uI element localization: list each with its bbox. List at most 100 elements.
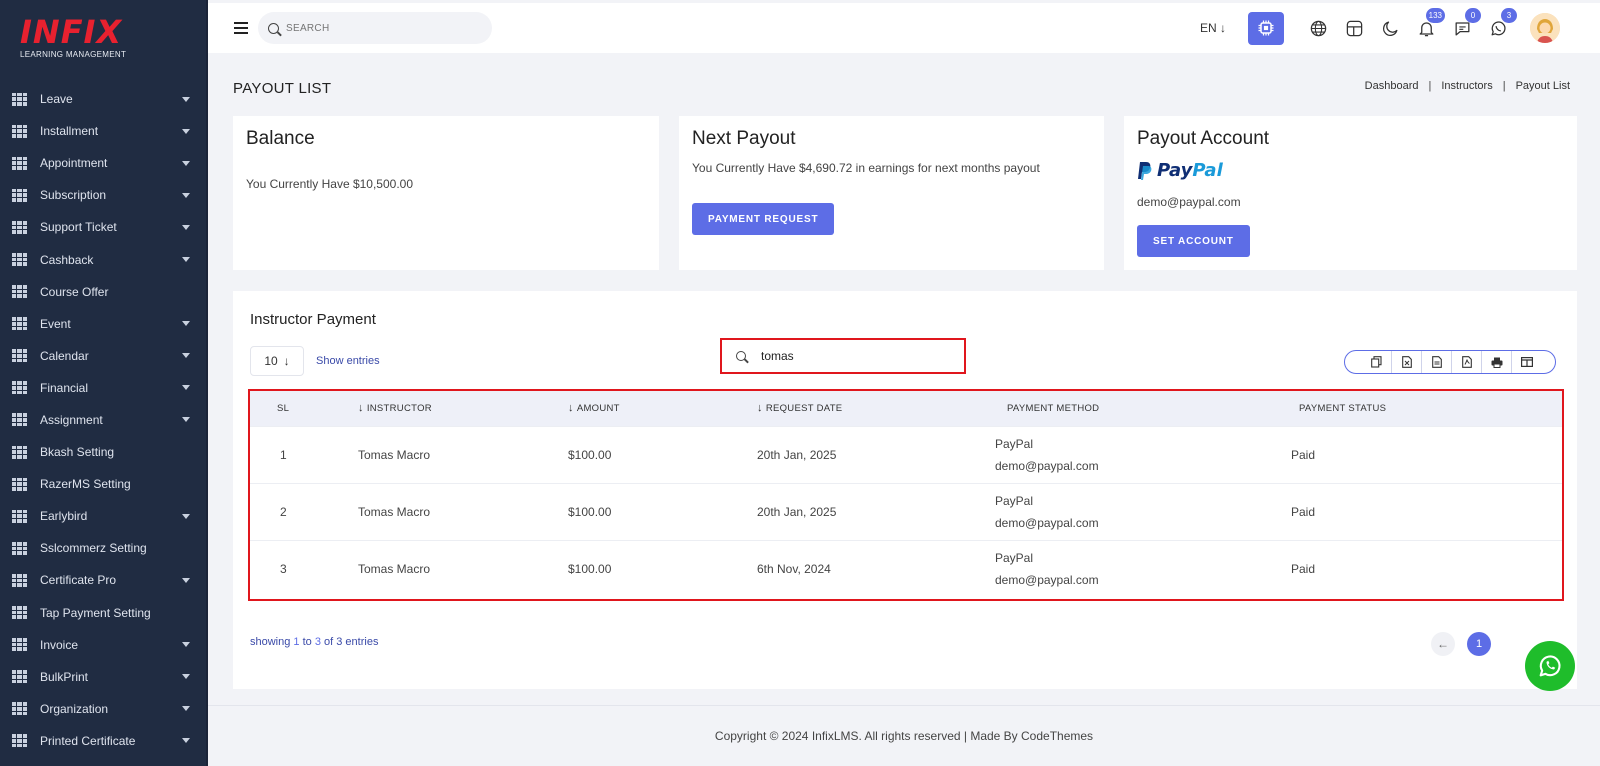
sidebar-item-calendar[interactable]: Calendar — [0, 340, 206, 372]
search-icon — [736, 351, 746, 361]
print-button[interactable] — [1481, 351, 1511, 373]
sidebar-item-tap-payment-setting[interactable]: Tap Payment Setting — [0, 597, 206, 629]
pdf-button[interactable] — [1451, 351, 1481, 373]
grid-icon — [12, 477, 27, 491]
sidebar-item-label: Appointment — [40, 156, 108, 171]
moon-icon[interactable] — [1380, 18, 1400, 38]
sidebar-item-certificate-pro[interactable]: Certificate Pro — [0, 564, 206, 596]
entries-control: 10 ↓ Show entries — [250, 346, 380, 376]
printer-icon — [1491, 357, 1502, 368]
sidebar-item-label: Support Ticket — [40, 220, 117, 235]
entries-select[interactable]: 10 ↓ — [250, 346, 304, 376]
sidebar-item-invoice[interactable]: Invoice — [0, 629, 206, 661]
column-header-payment-status[interactable]: PAYMENT STATUS — [1291, 391, 1562, 426]
footer-copyright: Copyright © 2024 InfixLMS. All rights re… — [714, 729, 1094, 743]
table-search-input[interactable] — [761, 349, 941, 363]
global-search-input[interactable] — [286, 22, 418, 34]
excel-button[interactable] — [1391, 351, 1421, 373]
cell-request-date: 20th Jan, 2025 — [757, 482, 995, 540]
csv-button[interactable] — [1421, 351, 1451, 373]
column-header-instructor[interactable]: ↓ INSTRUCTOR — [358, 391, 568, 426]
message-icon[interactable]: 0 — [1452, 8, 1481, 38]
menu-toggle-icon[interactable] — [234, 22, 248, 34]
next-payout-card: Next Payout You Currently Have $4,690.72… — [679, 116, 1104, 270]
sidebar-item-bkash-setting[interactable]: Bkash Setting — [0, 436, 206, 468]
sidebar-item-label: Installment — [40, 124, 99, 139]
topbar-actions: EN ↓ 133 0 3 — [1200, 8, 1600, 45]
sidebar-item-course-offer[interactable]: Course Offer — [0, 276, 206, 308]
sidebar-item-razerms-setting[interactable]: RazerMS Setting — [0, 468, 206, 500]
language-selector[interactable]: EN ↓ — [1200, 21, 1226, 35]
caret-down-icon — [182, 257, 190, 263]
sidebar-item-organization[interactable]: Organization — [0, 693, 206, 725]
set-account-button[interactable]: SET ACCOUNT — [1137, 225, 1250, 257]
sidebar-item-label: Subscription — [40, 188, 107, 203]
table-row: 1 Tomas Macro $100.00 20th Jan, 2025 PayPal d… — [250, 425, 1562, 483]
sidebar-item-cashback[interactable]: Cashback — [0, 243, 206, 275]
grid-icon — [12, 509, 27, 523]
cell-instructor: Tomas Macro — [358, 482, 568, 540]
brand-logo[interactable]: INFIX LEARNING MANAGEMENT — [0, 0, 206, 68]
column-header-payment-method[interactable]: PAYMENT METHOD — [995, 391, 1291, 426]
layout-icon[interactable] — [1344, 18, 1364, 38]
user-avatar[interactable] — [1530, 13, 1560, 43]
payout-account-card: Payout Account Pay Pal demo@paypal.com SE… — [1124, 116, 1577, 270]
grid-icon — [12, 349, 27, 363]
sidebar-item-printed-certificate[interactable]: Printed Certificate — [0, 725, 206, 757]
previous-page-button[interactable]: ← — [1431, 632, 1455, 656]
grid-icon — [12, 606, 27, 620]
entries-value: 10 — [264, 354, 278, 368]
sidebar-menu: Leave Installment Appointment Subscription S… — [0, 83, 206, 757]
sidebar-item-label: Calendar — [40, 348, 89, 363]
grid-icon — [12, 702, 27, 716]
page-button-current[interactable]: 1 — [1467, 632, 1491, 656]
cell-sl: 3 — [250, 539, 358, 597]
sidebar-item-bulkprint[interactable]: BulkPrint — [0, 661, 206, 693]
sidebar-item-sslcommerz-setting[interactable]: Sslcommerz Setting — [0, 532, 206, 564]
sidebar-item-earlybird[interactable]: Earlybird — [0, 500, 206, 532]
copy-icon — [1370, 356, 1382, 368]
sidebar-item-leave[interactable]: Leave — [0, 83, 206, 115]
sidebar-item-support-ticket[interactable]: Support Ticket — [0, 211, 206, 243]
column-header-sl[interactable]: SL — [250, 391, 358, 426]
caret-down-icon — [182, 642, 190, 648]
column-header-amount[interactable]: ↓ AMOUNT — [568, 391, 757, 426]
sidebar-item-appointment[interactable]: Appointment — [0, 147, 206, 179]
sidebar-item-subscription[interactable]: Subscription — [0, 179, 206, 211]
whatsapp-icon — [1539, 655, 1561, 677]
sidebar-item-assignment[interactable]: Assignment — [0, 404, 206, 436]
caret-down-icon — [182, 160, 190, 166]
balance-title: Balance — [246, 128, 315, 149]
whatsapp-chat-button[interactable] — [1525, 641, 1575, 691]
chip-icon-button[interactable] — [1248, 11, 1284, 45]
sidebar-item-installment[interactable]: Installment — [0, 115, 206, 147]
cell-sl: 2 — [250, 482, 358, 540]
paypal-logo-pay: Pay — [1157, 160, 1193, 181]
payment-method-name: PayPal — [995, 550, 1034, 565]
whatsapp-topbar-icon[interactable]: 3 — [1488, 8, 1517, 38]
caret-down-icon — [182, 513, 190, 519]
sidebar-item-event[interactable]: Event — [0, 308, 206, 340]
column-header-request-date[interactable]: ↓ REQUEST DATE — [757, 391, 995, 426]
breadcrumb-dashboard[interactable]: Dashboard — [1365, 80, 1419, 92]
showing-to-word: to — [299, 636, 315, 648]
payment-request-button[interactable]: PAYMENT REQUEST — [692, 203, 835, 235]
sidebar-item-label: BulkPrint — [40, 669, 89, 684]
table-search[interactable] — [720, 338, 966, 374]
copy-button[interactable] — [1361, 351, 1391, 373]
column-visibility-button[interactable] — [1511, 351, 1541, 373]
globe-icon[interactable] — [1308, 18, 1328, 38]
payment-method-email: demo@paypal.com — [995, 515, 1099, 530]
global-search[interactable] — [258, 12, 492, 44]
sidebar-item-financial[interactable]: Financial — [0, 372, 206, 404]
grid-icon — [12, 156, 27, 170]
csv-file-icon — [1431, 356, 1442, 368]
column-header-instructor-label: INSTRUCTOR — [366, 403, 432, 415]
cell-payment-method: PayPal demo@paypal.com — [995, 425, 1291, 483]
breadcrumb-instructors[interactable]: Instructors — [1441, 80, 1492, 92]
sidebar-item-label: Leave — [40, 92, 73, 107]
grid-icon — [12, 670, 27, 684]
column-header-request-date-label: REQUEST DATE — [765, 403, 843, 415]
grid-icon — [12, 220, 27, 234]
bell-icon[interactable]: 133 — [1416, 8, 1445, 38]
